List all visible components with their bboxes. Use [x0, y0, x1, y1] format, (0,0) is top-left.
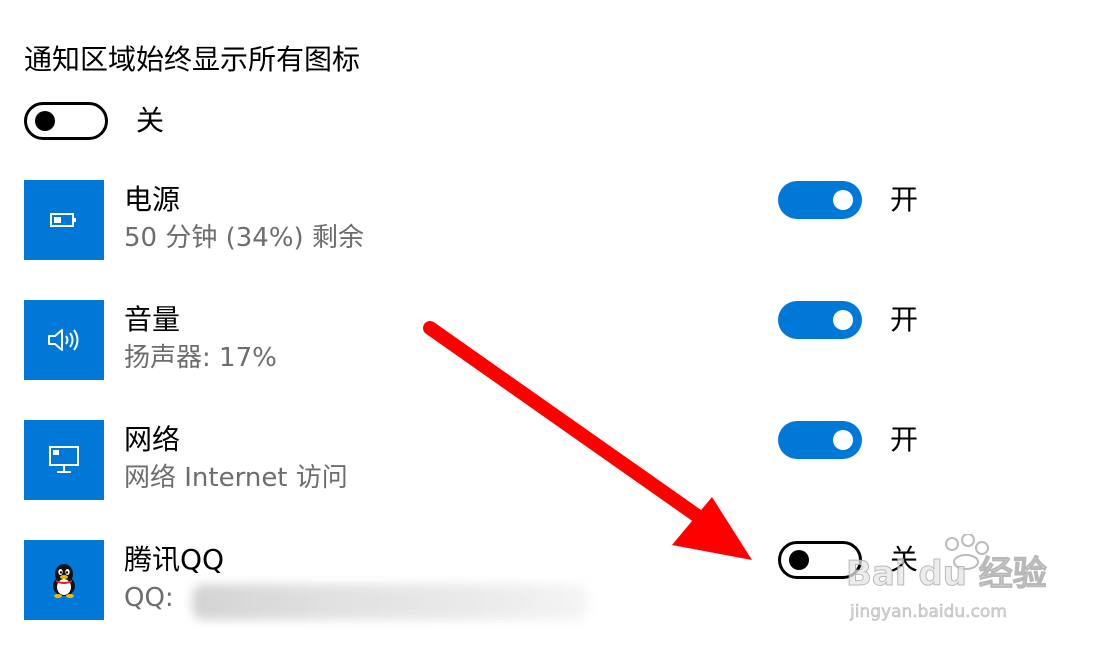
- app-description: 网络 Internet 访问: [124, 463, 348, 493]
- battery-icon: [50, 213, 76, 227]
- app-name: 腾讯QQ: [124, 543, 225, 576]
- toggle-state-label: 开: [890, 423, 919, 456]
- volume-tile: [24, 300, 104, 380]
- baidu-jingyan-watermark: Bai du 经验 jingyan.baidu.com: [846, 534, 1086, 630]
- toggle-knob: [833, 190, 853, 210]
- qq-penguin-icon: [53, 564, 75, 598]
- app-name: 音量: [124, 303, 181, 336]
- volume-toggle-group: 开: [778, 300, 918, 340]
- network-toggle[interactable]: [778, 421, 862, 459]
- app-row-volume: 音量 扬声器: 17% 开: [24, 300, 1084, 380]
- watermark-url: jingyan.baidu.com: [850, 602, 1007, 623]
- qq-tile: [24, 540, 104, 620]
- power-toggle[interactable]: [778, 181, 862, 219]
- app-description: 扬声器: 17%: [124, 343, 277, 373]
- toggle-knob: [833, 310, 853, 330]
- app-name: 网络: [124, 423, 181, 456]
- app-description: 50 分钟 (34%) 剩余: [124, 223, 364, 253]
- speaker-icon: [48, 329, 79, 351]
- show-all-icons-row: 关: [24, 101, 164, 141]
- network-tile: [24, 420, 104, 500]
- show-all-icons-state: 关: [136, 104, 165, 137]
- toggle-knob: [35, 111, 55, 131]
- network-toggle-group: 开: [778, 420, 918, 460]
- power-toggle-group: 开: [778, 180, 918, 220]
- app-description: QQ:: [124, 583, 174, 613]
- app-name: 电源: [124, 183, 181, 216]
- toggle-state-label: 开: [890, 183, 919, 216]
- redacted-qq-account: [192, 584, 588, 620]
- toggle-state-label: 开: [890, 303, 919, 336]
- watermark-brand: Bai du 经验: [846, 554, 1048, 595]
- network-icon: [49, 446, 79, 473]
- power-tile: [24, 180, 104, 260]
- app-row-power: 电源 50 分钟 (34%) 剩余 开: [24, 180, 1084, 260]
- toggle-knob: [833, 430, 853, 450]
- toggle-knob: [789, 550, 809, 570]
- app-row-network: 网络 网络 Internet 访问 开: [24, 420, 1084, 500]
- show-all-icons-toggle[interactable]: [24, 102, 108, 140]
- volume-toggle[interactable]: [778, 301, 862, 339]
- section-title: 通知区域始终显示所有图标: [24, 43, 361, 76]
